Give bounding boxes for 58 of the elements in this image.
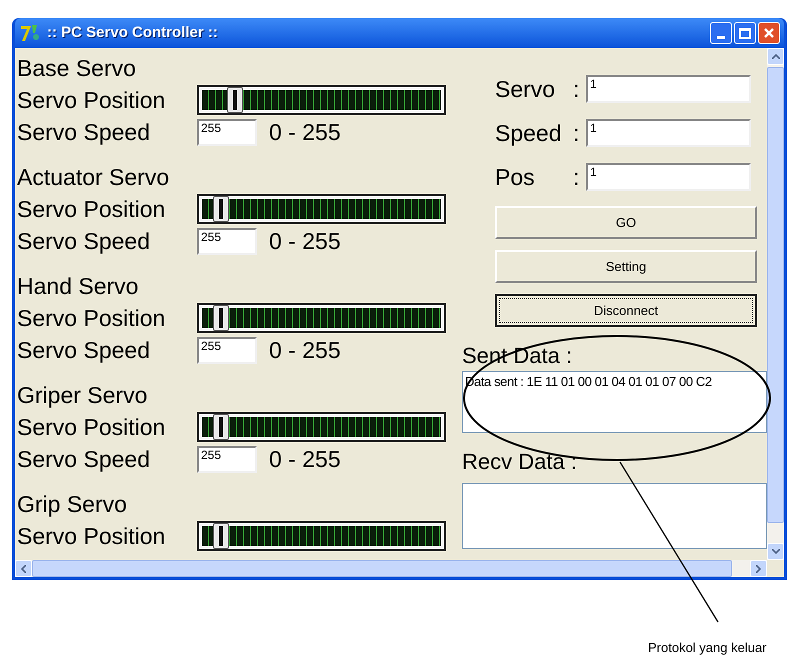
position-slider[interactable] (202, 526, 441, 546)
input-field[interactable]: 1 (586, 119, 751, 147)
range-label: 0 - 255 (269, 118, 341, 147)
slider-thumb[interactable] (213, 305, 230, 331)
speed-label: Servo Speed (17, 118, 151, 147)
field-label: Speed (495, 119, 563, 148)
scroll-left-icon (21, 564, 26, 572)
input-field[interactable]: 1 (586, 75, 751, 103)
window-title: :: PC Servo Controller :: (47, 22, 218, 43)
speed-input[interactable]: 255 (197, 228, 257, 254)
speed-input[interactable]: 255 (197, 118, 257, 146)
minimize-button[interactable] (710, 22, 732, 44)
close-button[interactable] (758, 22, 780, 44)
servo-name: Actuator Servo (17, 163, 170, 192)
range-label: 0 - 255 (269, 336, 341, 365)
app-logo-icon (19, 23, 41, 43)
input-field[interactable]: 1 (586, 163, 751, 191)
speed-input[interactable]: 255 (197, 336, 257, 364)
push-button[interactable]: Disconnect (495, 294, 757, 327)
colon: : (573, 163, 580, 192)
slider-thumb[interactable] (213, 414, 230, 440)
scroll-right-icon (756, 564, 761, 572)
close-icon (763, 27, 775, 39)
slider-thumb[interactable] (213, 523, 230, 549)
position-label: Servo Position (17, 413, 166, 442)
colon: : (573, 75, 580, 104)
speed-label: Servo Speed (17, 445, 151, 474)
position-label: Servo Position (17, 195, 166, 224)
minimize-icon (717, 36, 725, 39)
servo-name: Hand Servo (17, 272, 138, 301)
field-label: Pos (495, 163, 536, 192)
servo-name: Griper Servo (17, 381, 148, 410)
position-slider[interactable] (202, 199, 441, 219)
position-label: Servo Position (17, 86, 166, 115)
annotation-caption: Protokol yang keluar (648, 640, 767, 656)
speed-label: Servo Speed (17, 336, 151, 365)
position-slider[interactable] (202, 417, 441, 437)
push-button[interactable]: Setting (495, 250, 757, 283)
scroll-down-icon (772, 549, 780, 554)
position-slider[interactable] (202, 308, 441, 328)
position-slider[interactable] (202, 90, 441, 110)
maximize-icon (739, 28, 751, 38)
speed-label: Servo Speed (17, 227, 151, 256)
position-label: Servo Position (17, 522, 166, 551)
servo-name: Base Servo (17, 54, 136, 83)
range-label: 0 - 255 (269, 445, 341, 474)
sent-data-label: Sent Data : (462, 343, 574, 369)
push-button[interactable]: GO (495, 206, 757, 239)
scroll-up-icon (772, 54, 780, 59)
maximize-button[interactable] (734, 22, 756, 44)
slider-thumb[interactable] (227, 87, 244, 113)
colon: : (573, 119, 580, 148)
position-label: Servo Position (17, 304, 166, 333)
field-label: Servo (495, 75, 556, 104)
speed-input[interactable]: 255 (197, 446, 257, 472)
range-label: 0 - 255 (269, 227, 341, 256)
slider-thumb[interactable] (213, 196, 230, 222)
servo-name: Grip Servo (17, 490, 127, 519)
